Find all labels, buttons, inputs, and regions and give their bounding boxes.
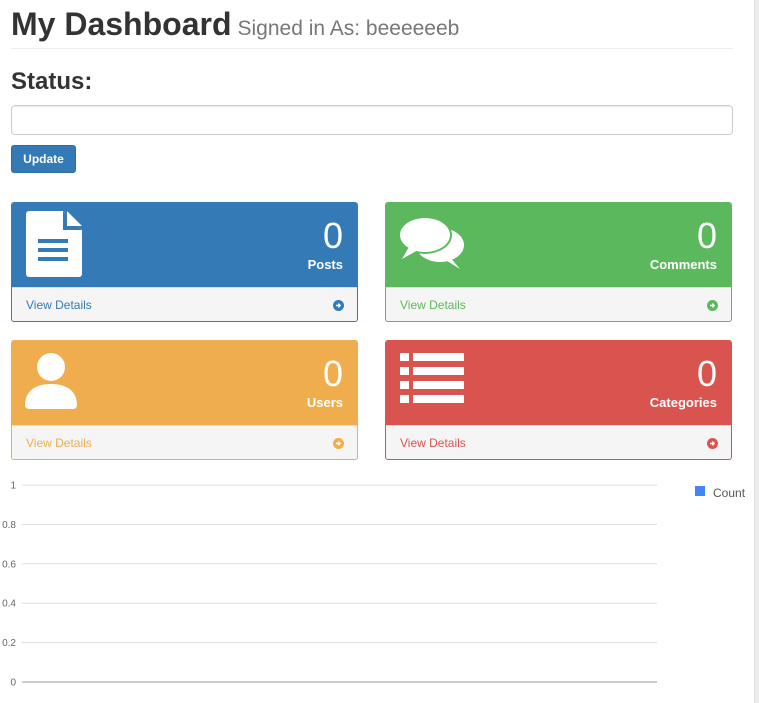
chart-y-tick-label: 0.2 — [2, 638, 16, 649]
view-details-label: View Details — [400, 436, 466, 450]
chart-grid — [22, 484, 657, 683]
posts-panel-heading: 0 Posts — [12, 203, 357, 287]
chart-y-tick-label: 0 — [10, 678, 16, 689]
view-details-label: View Details — [26, 298, 92, 312]
arrow-circle-right-icon — [707, 299, 718, 311]
user-icon — [25, 353, 77, 409]
comments-icon — [398, 216, 464, 269]
arrow-circle-right-icon — [333, 437, 344, 449]
categories-panel: 0 Categories View Details — [385, 340, 732, 460]
status-input[interactable] — [11, 105, 733, 135]
status-title: Status: — [11, 68, 93, 95]
comments-count: 0 — [696, 215, 717, 256]
posts-count: 0 — [322, 215, 343, 256]
posts-label: Posts — [307, 257, 343, 272]
list-icon — [400, 353, 464, 403]
posts-panel: 0 Posts View Details — [11, 202, 358, 322]
users-label: Users — [306, 395, 343, 410]
count-chart: 0 0.2 0.4 0.6 0.8 1 Count — [2, 481, 746, 689]
legend-label: Count — [713, 486, 746, 500]
users-view-details-link[interactable]: View Details — [12, 425, 357, 459]
comments-view-details-link[interactable]: View Details — [386, 287, 731, 321]
comments-panel-heading: 0 Comments — [386, 203, 731, 287]
comments-panel: 0 Comments View Details — [385, 202, 732, 322]
categories-panel-heading: 0 Categories — [386, 341, 731, 425]
scrollbar[interactable] — [754, 0, 759, 703]
chart-y-tick-label: 0.8 — [2, 520, 16, 531]
page-header: My Dashboard Signed in As: beeeeeeb — [11, 6, 733, 49]
signed-in-text: Signed in As: beeeeeeb — [237, 17, 460, 40]
document-icon — [26, 211, 82, 277]
view-details-label: View Details — [400, 298, 466, 312]
users-panel: 0 Users View Details — [11, 340, 358, 460]
chart-y-axis: 0 0.2 0.4 0.6 0.8 1 — [2, 481, 16, 689]
legend-swatch — [695, 486, 705, 496]
page-title-text: My Dashboard — [11, 6, 232, 42]
chart-y-tick-label: 0.6 — [2, 559, 16, 570]
view-details-label: View Details — [26, 436, 92, 450]
users-panel-heading: 0 Users — [12, 341, 357, 425]
categories-view-details-link[interactable]: View Details — [386, 425, 731, 459]
categories-label: Categories — [649, 395, 717, 410]
chart-y-tick-label: 0.4 — [2, 599, 16, 610]
posts-view-details-link[interactable]: View Details — [12, 287, 357, 321]
chart-legend: Count — [695, 486, 746, 500]
arrow-circle-right-icon — [333, 299, 344, 311]
comments-label: Comments — [649, 257, 717, 272]
page-title: My Dashboard Signed in As: beeeeeeb — [11, 6, 733, 47]
users-count: 0 — [322, 353, 343, 394]
arrow-circle-right-icon — [707, 437, 718, 449]
chart-y-tick-label: 1 — [10, 481, 16, 492]
update-button[interactable]: Update — [11, 145, 76, 173]
categories-count: 0 — [696, 353, 717, 394]
